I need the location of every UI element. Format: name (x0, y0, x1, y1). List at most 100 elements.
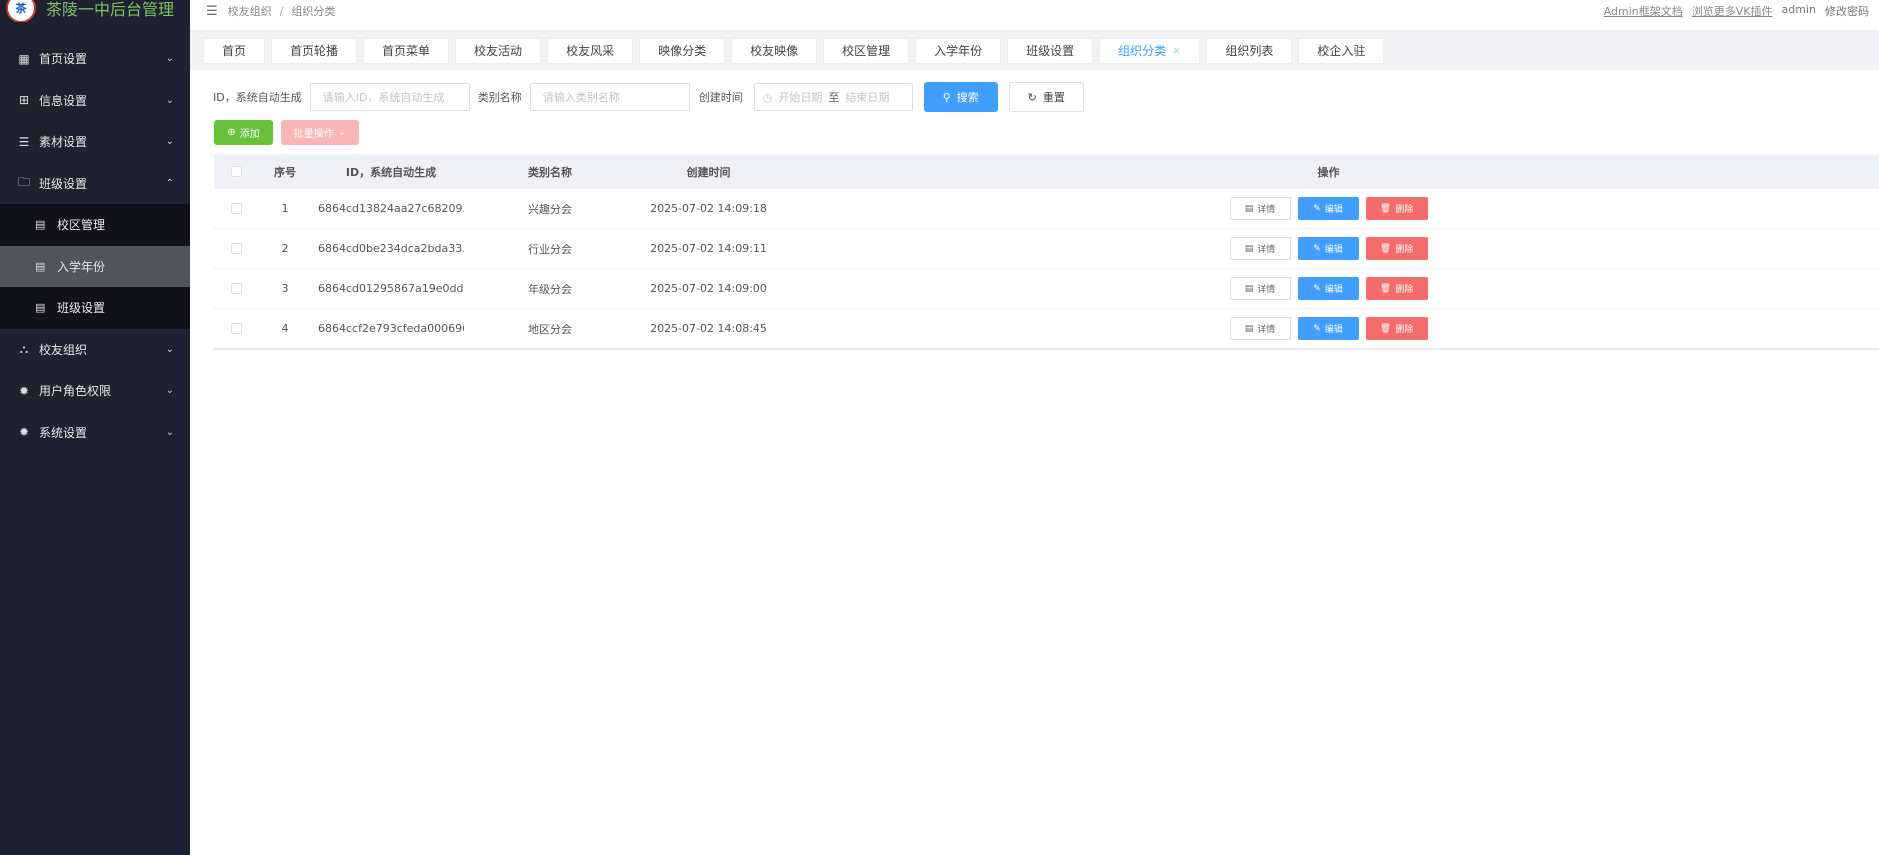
select-all-cell (214, 166, 258, 177)
tab-campus-management[interactable]: 校区管理 (823, 37, 910, 64)
header-id: ID，系统自动生成 (345, 165, 437, 179)
plugins-link[interactable]: 浏览更多VK插件 (1692, 3, 1773, 19)
cell-index: 4 (281, 322, 289, 335)
tab-home-menu[interactable]: 首页菜单 (363, 37, 450, 64)
row-select-cell (214, 243, 258, 254)
breadcrumb-parent[interactable]: 校友组织 (228, 3, 272, 19)
sidebar-subitem-enroll-year[interactable]: ▤ 入学年份 (0, 245, 190, 287)
folder-open-icon: 🗀 (17, 174, 30, 189)
tab-label: 入学年份 (934, 44, 983, 58)
sidebar-item-label: 素材设置 (39, 135, 88, 150)
tab-alumni-style[interactable]: 校友风采 (547, 37, 634, 64)
category-filter-input[interactable]: 请输入类别名称 (529, 83, 690, 111)
cell-ops: ▤ 详情 ✎ 编辑 🗑 删除 (778, 317, 1879, 340)
docs-link[interactable]: Admin框架文档 (1604, 3, 1683, 19)
sidebar-menu: ▦ 首页设置 ⌄ ⊞ 信息设置 ⌄ ☰ 素材设置 ⌄ 🗀 班级设置 ⌃ ▤ 校区… (0, 38, 190, 453)
row-checkbox[interactable] (230, 203, 242, 214)
row-checkbox[interactable] (230, 283, 242, 294)
delete-button[interactable]: 🗑 删除 (1365, 237, 1428, 260)
add-button[interactable]: ⊕ 添加 (214, 120, 273, 145)
detail-label: 详情 (1257, 285, 1276, 295)
document-icon: ▤ (35, 301, 46, 315)
sidebar-subitem-campus[interactable]: ▤ 校区管理 (0, 204, 190, 246)
date-range-picker[interactable]: ◷ 开始日期 至 结束日期 (753, 83, 913, 111)
header-created-time: 创建时间 (686, 165, 731, 179)
chevron-down-icon: ⌄ (165, 53, 174, 65)
chevron-down-icon: ⌄ (165, 426, 174, 438)
search-button[interactable]: ⚲ 搜索 (923, 82, 998, 112)
edit-icon: ✎ (1313, 203, 1321, 214)
sidebar-item-user-roles[interactable]: ✹ 用户角色权限 ⌄ (0, 370, 190, 412)
edit-label: 编辑 (1324, 325, 1343, 335)
table-actions: ⊕ 添加 批量操作 ⌄ (214, 120, 359, 145)
tab-home[interactable]: 首页 (203, 37, 266, 64)
tab-alumni-activities[interactable]: 校友活动 (455, 37, 542, 64)
sidebar-item-label: 信息设置 (39, 93, 88, 108)
table-row: 2 6864cd0be234dca2bda33... 行业分会 2025-07-… (214, 229, 1879, 269)
tab-org-list[interactable]: 组织列表 (1206, 37, 1293, 64)
sidebar-item-home-settings[interactable]: ▦ 首页设置 ⌄ (0, 38, 190, 80)
refresh-icon: ↻ (1027, 90, 1037, 104)
menu-toggle-icon[interactable]: ☰ (206, 4, 218, 19)
sidebar-subitem-class[interactable]: ▤ 班级设置 (0, 287, 190, 329)
edit-button[interactable]: ✎ 编辑 (1297, 277, 1359, 300)
batch-actions-dropdown[interactable]: 批量操作 ⌄ (281, 120, 359, 145)
tab-class-settings[interactable]: 班级设置 (1007, 37, 1094, 64)
id-filter-input[interactable]: 请输入ID，系统自动生成 (309, 83, 470, 111)
cell-index: 1 (281, 202, 289, 215)
select-all-checkbox[interactable] (230, 166, 242, 177)
date-range-separator: 至 (828, 91, 840, 104)
sidebar-item-alumni-org[interactable]: ⛬ 校友组织 ⌄ (0, 329, 190, 371)
tab-org-category[interactable]: 组织分类 × (1099, 37, 1201, 64)
chevron-down-icon: ⌄ (337, 127, 347, 138)
detail-button[interactable]: ▤ 详情 (1229, 237, 1291, 260)
cell-id: 6864cd13824aa27c68209... (318, 202, 464, 215)
chevron-down-icon: ⌄ (165, 94, 174, 106)
cell-ops: ▤ 详情 ✎ 编辑 🗑 删除 (778, 277, 1879, 300)
search-icon: ⚲ (942, 90, 951, 104)
logo: 茶 茶陵一中后台管理 (0, 0, 190, 22)
detail-button[interactable]: ▤ 详情 (1229, 317, 1291, 340)
table-header: 序号 ID，系统自动生成 类别名称 创建时间 操作 (214, 154, 1879, 189)
delete-button[interactable]: 🗑 删除 (1365, 277, 1428, 300)
change-password-link[interactable]: 修改密码 (1825, 3, 1869, 19)
edit-button[interactable]: ✎ 编辑 (1297, 317, 1359, 340)
breadcrumb-separator: / (279, 4, 284, 18)
batch-actions-label: 批量操作 (293, 129, 334, 140)
topbar: ☰ 校友组织 / 组织分类 Admin框架文档 浏览更多VK插件 admin 修… (190, 0, 1879, 22)
detail-button[interactable]: ▤ 详情 (1229, 277, 1291, 300)
search-button-label: 搜索 (956, 91, 979, 104)
delete-label: 删除 (1395, 245, 1414, 255)
sidebar-item-material-settings[interactable]: ☰ 素材设置 ⌄ (0, 121, 190, 163)
tab-enterprise-entry[interactable]: 校企入驻 (1298, 37, 1385, 64)
tab-label: 校友映像 (750, 44, 799, 58)
breadcrumb-current: 组织分类 (291, 5, 336, 18)
add-button-label: 添加 (239, 129, 260, 140)
header-category: 类别名称 (528, 165, 572, 179)
sidebar-item-system-settings[interactable]: ✹ 系统设置 ⌄ (0, 412, 190, 454)
table-row: 1 6864cd13824aa27c68209... 兴趣分会 2025-07-… (214, 189, 1879, 229)
edit-button[interactable]: ✎ 编辑 (1297, 237, 1359, 260)
row-select-cell (214, 323, 258, 334)
delete-button[interactable]: 🗑 删除 (1365, 197, 1428, 220)
tab-label: 映像分类 (658, 44, 707, 58)
sidebar-item-label: 系统设置 (39, 425, 88, 440)
cell-category: 地区分会 (528, 322, 572, 336)
detail-button[interactable]: ▤ 详情 (1229, 197, 1291, 220)
row-checkbox[interactable] (230, 323, 242, 334)
sidebar: 茶 茶陵一中后台管理 ▦ 首页设置 ⌄ ⊞ 信息设置 ⌄ ☰ 素材设置 ⌄ 🗀 … (0, 0, 190, 855)
delete-button[interactable]: 🗑 删除 (1365, 317, 1428, 340)
sidebar-item-class-settings[interactable]: 🗀 班级设置 ⌃ (0, 163, 190, 205)
chevron-up-icon: ⌃ (165, 177, 174, 189)
close-icon[interactable]: × (1172, 44, 1181, 57)
tab-alumni-images[interactable]: 校友映像 (731, 37, 818, 64)
reset-button[interactable]: ↻ 重置 (1008, 82, 1084, 112)
username[interactable]: admin (1782, 3, 1816, 19)
cell-created-time: 2025-07-02 14:08:45 (650, 322, 767, 335)
tab-image-category[interactable]: 映像分类 (639, 37, 726, 64)
tab-home-carousel[interactable]: 首页轮播 (271, 37, 358, 64)
sidebar-item-info-settings[interactable]: ⊞ 信息设置 ⌄ (0, 80, 190, 122)
edit-button[interactable]: ✎ 编辑 (1297, 197, 1359, 220)
row-checkbox[interactable] (230, 243, 242, 254)
tab-enroll-year[interactable]: 入学年份 (915, 37, 1002, 64)
